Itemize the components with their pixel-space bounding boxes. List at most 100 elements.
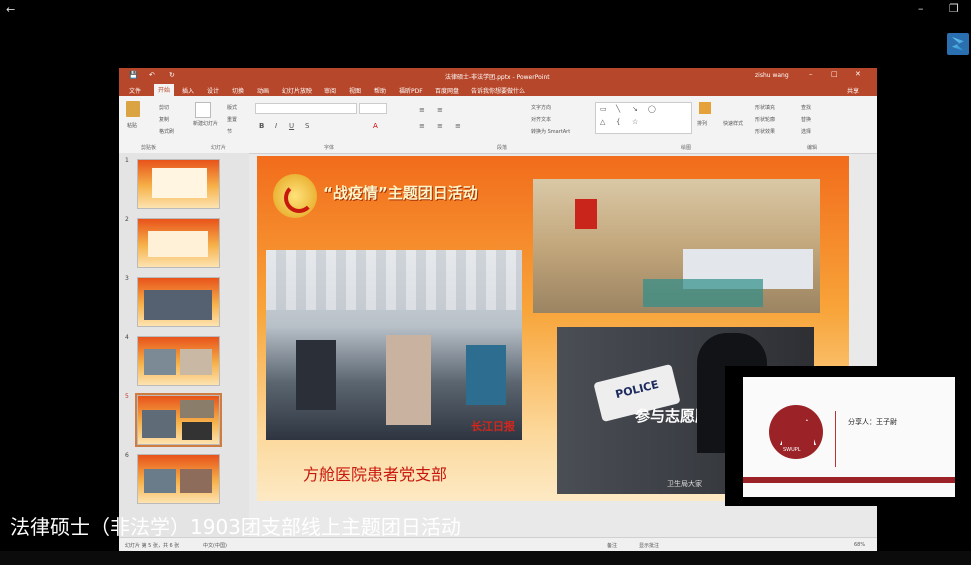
text-direction-button[interactable]: 文字方向 (531, 104, 551, 111)
font-size-field[interactable] (359, 103, 387, 114)
tab-transitions[interactable]: 切换 (232, 86, 244, 95)
slide-caption: 方舱医院患者党支部 (303, 465, 448, 484)
tell-me-search[interactable]: 告诉我你想要做什么 (471, 86, 525, 95)
paste-button[interactable]: 粘贴 (127, 122, 137, 129)
tab-foxit-pdf[interactable]: 福昕PDF (399, 86, 423, 95)
video-subtitle: 法律硕士（非法学）1903团支部线上主题团日活动 (10, 515, 461, 539)
font-group-label: 字体 (324, 145, 335, 151)
rectangle-shape-icon[interactable]: ▭ (600, 105, 607, 113)
tab-file[interactable]: 文件 (129, 86, 141, 95)
slide-count-status: 幻灯片 第 5 张，共 6 张 (125, 543, 180, 549)
tab-insert[interactable]: 插入 (182, 86, 194, 95)
slide-thumbnail[interactable] (137, 454, 220, 504)
select-button[interactable]: 选择 (801, 128, 811, 135)
arrange-button[interactable]: 排列 (697, 120, 707, 127)
new-slide-button[interactable]: 新建幻灯片 (193, 120, 218, 127)
find-button[interactable]: 查找 (801, 104, 811, 111)
slide-thumbnail-selected[interactable] (135, 393, 222, 447)
format-painter-button[interactable]: 格式刷 (159, 128, 174, 135)
font-color-icon[interactable]: A (373, 122, 378, 130)
ppt-close-icon[interactable]: ✕ (855, 70, 861, 78)
strikethrough-icon[interactable]: S (305, 122, 309, 130)
numbering-icon[interactable]: ≡ (437, 106, 443, 114)
undo-icon[interactable]: ↶ (149, 71, 155, 79)
minimize-icon[interactable]: – (918, 2, 924, 15)
slide-number: 6 (125, 452, 129, 459)
italic-icon[interactable]: I (275, 122, 277, 130)
logo-text: SWUPL (783, 447, 801, 453)
shapes-gallery[interactable]: ▭ ╲ ↘ ◯ △ { ☆ (595, 102, 692, 134)
underline-icon[interactable]: U (289, 122, 294, 130)
ribbon: 粘贴 剪切 复制 格式刷 剪贴板 新建幻灯片 版式 重置 节 幻灯片 B I U… (119, 96, 877, 154)
language-status[interactable]: 中文(中国) (203, 542, 227, 549)
ward-photo (533, 179, 820, 313)
app-badge-icon[interactable] (947, 33, 969, 55)
shape-fill-button[interactable]: 形状填充 (755, 104, 775, 111)
ppt-window-title: 法律硕士-非法学团.pptx - PowerPoint (445, 74, 550, 81)
slide-thumbnail[interactable] (137, 336, 220, 386)
triangle-shape-icon[interactable]: △ (600, 118, 605, 126)
hospital-photo: 长江日报 (266, 250, 522, 440)
tab-slideshow[interactable]: 幻灯片放映 (282, 86, 312, 95)
clipboard-group-label: 剪贴板 (141, 145, 157, 151)
tab-design[interactable]: 设计 (207, 86, 219, 95)
section-button[interactable]: 节 (227, 128, 232, 135)
photo-watermark: 长江日报 (471, 420, 515, 433)
brace-shape-icon[interactable]: { (616, 118, 620, 126)
reset-button[interactable]: 重置 (227, 116, 237, 123)
slide-title: “战疫情”主题团日活动 (323, 184, 478, 202)
tab-home[interactable]: 开始 (154, 84, 175, 96)
redo-icon[interactable]: ↻ (169, 71, 175, 79)
notes-button[interactable]: 备注 (607, 542, 617, 549)
editing-group-label: 编辑 (807, 145, 818, 151)
bullets-icon[interactable]: ≡ (419, 106, 425, 114)
align-left-icon[interactable]: ≡ (419, 122, 425, 130)
save-icon[interactable]: 💾 (129, 71, 138, 79)
arrange-icon[interactable] (699, 102, 711, 114)
tab-animations[interactable]: 动画 (257, 86, 269, 95)
cut-button[interactable]: 剪切 (159, 104, 169, 111)
slide-thumbnail[interactable] (137, 277, 220, 327)
copy-button[interactable]: 复制 (159, 116, 169, 123)
align-text-button[interactable]: 对齐文本 (531, 116, 551, 123)
slide-number: 4 (125, 334, 129, 341)
taskbar (0, 551, 971, 565)
slide-thumbnail[interactable] (137, 159, 220, 209)
font-name-field[interactable] (255, 103, 357, 114)
slides-group-label: 幻灯片 (211, 145, 227, 151)
presenter-slide: SWUPL 分享人：王子尉 (743, 377, 955, 497)
quick-styles-button[interactable]: 快速样式 (723, 120, 743, 127)
align-right-icon[interactable]: ≡ (455, 122, 461, 130)
slide-number: 3 (125, 275, 129, 282)
tab-review[interactable]: 审阅 (324, 86, 336, 95)
ppt-restore-icon[interactable]: □ (831, 70, 838, 78)
presenter-video-tile[interactable]: SWUPL 分享人：王子尉 (725, 366, 971, 506)
align-center-icon[interactable]: ≡ (437, 122, 443, 130)
paragraph-group-label: 段落 (497, 145, 508, 151)
tab-baidu-netdisk[interactable]: 百度网盘 (435, 86, 459, 95)
restore-icon[interactable]: ❐ (949, 2, 959, 15)
shape-outline-button[interactable]: 形状轮廓 (755, 116, 775, 123)
zoom-level[interactable]: 68% (854, 542, 865, 548)
paste-icon[interactable] (126, 101, 140, 117)
layout-button[interactable]: 版式 (227, 104, 237, 111)
ppt-minimize-icon[interactable]: – (809, 70, 813, 78)
replace-button[interactable]: 替换 (801, 116, 811, 123)
arrow-left-icon[interactable]: ← (6, 3, 15, 16)
tab-view[interactable]: 视图 (349, 86, 361, 95)
tab-help[interactable]: 帮助 (374, 86, 386, 95)
bold-icon[interactable]: B (259, 122, 264, 130)
share-button[interactable]: 共享 (847, 86, 859, 95)
slide-number: 5 (125, 393, 129, 400)
slide-thumbnail[interactable] (137, 218, 220, 268)
arrow-shape-icon[interactable]: ↘ (632, 105, 638, 113)
shape-effects-button[interactable]: 形状效果 (755, 128, 775, 135)
new-slide-icon[interactable] (195, 102, 211, 118)
slide-thumbnails-panel: 1 2 3 4 5 6 (119, 153, 249, 537)
star-shape-icon[interactable]: ☆ (632, 118, 638, 126)
ppt-user-name: zishu wang (755, 72, 789, 79)
oval-shape-icon[interactable]: ◯ (648, 105, 656, 113)
smartart-button[interactable]: 转换为 SmartArt (531, 128, 570, 135)
comments-button[interactable]: 显示批注 (639, 542, 659, 549)
line-shape-icon[interactable]: ╲ (616, 105, 620, 113)
